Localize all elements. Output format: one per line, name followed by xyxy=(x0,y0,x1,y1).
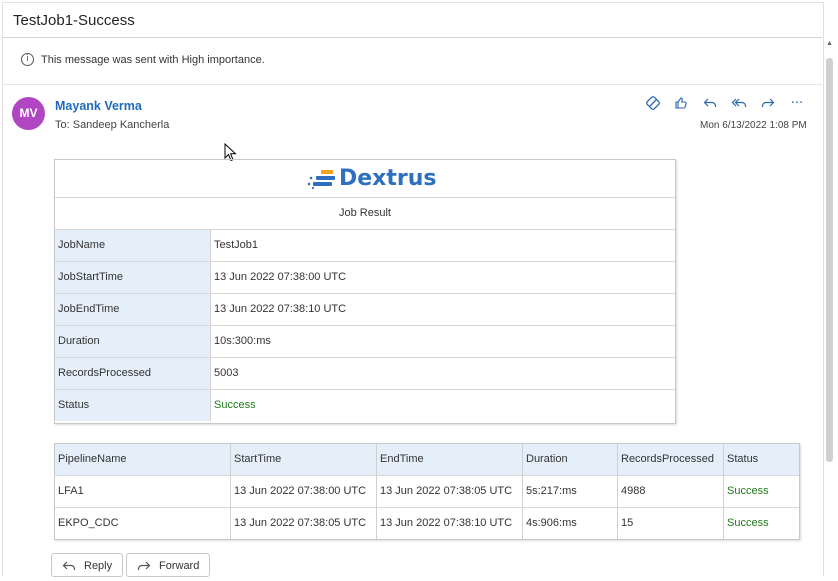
status-cell: Success xyxy=(727,517,769,529)
sent-date: Mon 6/13/2022 1:08 PM xyxy=(700,120,807,131)
job-field-value: 5003 xyxy=(214,367,239,379)
subject-bar: TestJob1-Success xyxy=(3,3,822,38)
job-field-key: RecordsProcessed xyxy=(55,358,211,389)
logo-row: Dextrus xyxy=(55,160,675,198)
reply-all-icon[interactable] xyxy=(730,96,748,112)
job-field-row: Status Success xyxy=(55,390,675,421)
table-cell: LFA1 xyxy=(55,476,231,507)
importance-banner: i This message was sent with High import… xyxy=(3,38,822,85)
forward-button-label: Forward xyxy=(159,560,200,572)
job-field-row: JobEndTime 13 Jun 2022 07:38:10 UTC xyxy=(55,294,675,326)
reply-icon xyxy=(62,554,76,581)
column-header: PipelineName xyxy=(55,444,231,475)
table-cell: 5s:217:ms xyxy=(523,476,618,507)
job-result-title: Job Result xyxy=(55,198,675,230)
forward-icon[interactable] xyxy=(759,96,777,112)
table-cell: 13 Jun 2022 07:38:00 UTC xyxy=(231,476,377,507)
avatar[interactable]: MV xyxy=(12,97,45,130)
job-field-key: JobName xyxy=(55,230,211,261)
table-cell: 15 xyxy=(618,508,724,539)
logo-text: Dextrus xyxy=(339,166,437,191)
job-field-key: JobEndTime xyxy=(55,294,211,325)
pipeline-header-row: PipelineName StartTime EndTime Duration … xyxy=(55,444,799,476)
table-cell: 13 Jun 2022 07:38:05 UTC xyxy=(231,508,377,539)
reply-icon[interactable] xyxy=(701,96,719,112)
job-field-value: TestJob1 xyxy=(214,239,259,251)
scroll-up-arrow[interactable]: ▲ xyxy=(826,40,833,48)
status-cell: Success xyxy=(727,485,769,497)
reply-button-label: Reply xyxy=(84,560,113,572)
table-cell: EKPO_CDC xyxy=(55,508,231,539)
message-subject: TestJob1-Success xyxy=(13,12,135,29)
table-cell: 13 Jun 2022 07:38:10 UTC xyxy=(377,508,523,539)
scrollbar-thumb[interactable] xyxy=(826,58,833,462)
job-field-row: RecordsProcessed 5003 xyxy=(55,358,675,390)
job-field-value: 13 Jun 2022 07:38:10 UTC xyxy=(214,303,347,315)
more-icon[interactable]: ··· xyxy=(788,96,806,112)
job-field-key: JobStartTime xyxy=(55,262,211,293)
column-header: EndTime xyxy=(377,444,523,475)
forward-button[interactable]: Forward xyxy=(126,553,210,577)
column-header: RecordsProcessed xyxy=(618,444,724,475)
info-icon: i xyxy=(21,53,34,66)
job-field-row: JobStartTime 13 Jun 2022 07:38:00 UTC xyxy=(55,262,675,294)
column-header: StartTime xyxy=(231,444,377,475)
job-result-card: Dextrus Job Result JobName TestJob1 JobS… xyxy=(54,159,676,424)
job-field-row: Duration 10s:300:ms xyxy=(55,326,675,358)
recipient-line: To: Sandeep Kancherla xyxy=(55,119,170,131)
like-icon[interactable] xyxy=(672,96,690,112)
table-cell: 4s:906:ms xyxy=(523,508,618,539)
column-header: Duration xyxy=(523,444,618,475)
job-field-value: 10s:300:ms xyxy=(214,335,271,347)
table-cell: 13 Jun 2022 07:38:05 UTC xyxy=(377,476,523,507)
table-row: LFA1 13 Jun 2022 07:38:00 UTC 13 Jun 202… xyxy=(55,476,799,508)
column-header: Status xyxy=(727,453,759,465)
job-field-value: 13 Jun 2022 07:38:00 UTC xyxy=(214,271,347,283)
importance-note: This message was sent with High importan… xyxy=(41,54,265,66)
sender-name[interactable]: Mayank Verma xyxy=(55,99,142,113)
table-row: EKPO_CDC 13 Jun 2022 07:38:05 UTC 13 Jun… xyxy=(55,508,799,539)
dextrus-mark-icon xyxy=(307,170,335,190)
job-field-key: Status xyxy=(55,390,211,421)
job-field-row: JobName TestJob1 xyxy=(55,230,675,262)
forward-icon xyxy=(137,554,151,581)
reply-button[interactable]: Reply xyxy=(51,553,123,577)
immersive-reader-icon[interactable] xyxy=(644,96,662,112)
pipeline-table: PipelineName StartTime EndTime Duration … xyxy=(54,443,800,540)
table-cell: 4988 xyxy=(618,476,724,507)
job-field-key: Duration xyxy=(55,326,211,357)
job-status-value: Success xyxy=(214,399,256,411)
